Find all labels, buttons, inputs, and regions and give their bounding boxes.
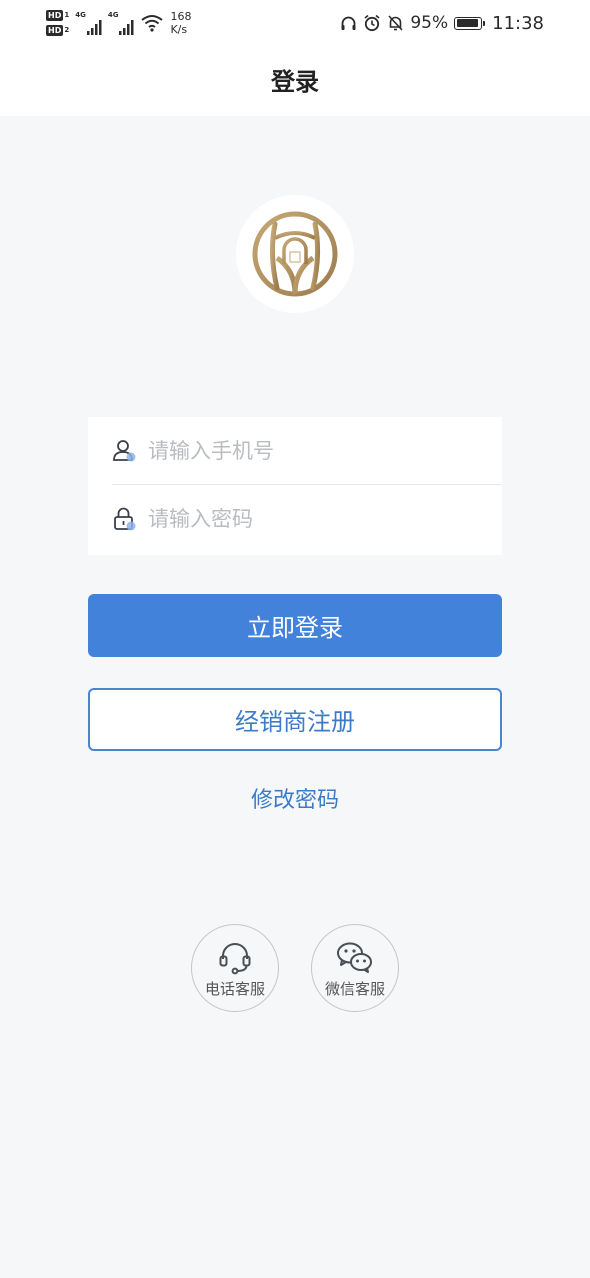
page-title: 登录: [271, 67, 319, 96]
headset-icon: [341, 16, 356, 30]
signal-bars-icon: [119, 20, 134, 35]
wifi-icon: [141, 15, 164, 32]
signal-sim1: 4G: [75, 11, 103, 35]
hd-badge-sim1: HD 1: [46, 10, 70, 21]
headset-icon: [215, 940, 255, 976]
phone-service-label: 电话客服: [204, 979, 265, 998]
hd-badge-sim2: HD 2: [46, 25, 70, 36]
battery-fill: [456, 19, 479, 27]
wechat-service-button[interactable]: 微信客服: [311, 924, 399, 1012]
app-logo: [236, 195, 354, 313]
network-speed: 168 K/s: [170, 10, 192, 36]
status-bar: HD 1 HD 2 4G 4G 168 K/s 95% 11:38: [0, 0, 590, 46]
password-row: [88, 485, 502, 553]
status-bar-right: 95% 11:38: [340, 9, 544, 37]
change-password-link[interactable]: 修改密码: [195, 780, 395, 816]
battery-percent: 95%: [410, 13, 449, 33]
wechat-icon: [335, 940, 375, 976]
nav-bar: 登录: [0, 46, 590, 116]
phone-row: [88, 417, 502, 485]
signal-bars-icon: [86, 20, 102, 35]
lock-icon: [110, 504, 140, 534]
dealer-register-button[interactable]: 经销商注册: [88, 688, 502, 751]
clock: 11:38: [492, 12, 544, 34]
phone-input[interactable]: [148, 439, 478, 463]
brand-logo-icon: [252, 211, 338, 297]
status-bar-left: HD 1 HD 2 4G 4G 168 K/s: [46, 6, 191, 40]
wechat-service-label: 微信客服: [324, 979, 385, 998]
bell-muted-icon: [388, 15, 403, 31]
phone-service-button[interactable]: 电话客服: [191, 924, 279, 1012]
signal-sim2: 4G: [108, 11, 136, 35]
battery-icon: [454, 16, 486, 30]
alarm-icon: [364, 14, 380, 32]
hd-indicators: HD 1 HD 2: [46, 10, 69, 36]
password-input[interactable]: [148, 507, 478, 531]
user-icon: [110, 436, 140, 466]
login-button[interactable]: 立即登录: [88, 594, 502, 657]
login-form: [88, 417, 502, 555]
